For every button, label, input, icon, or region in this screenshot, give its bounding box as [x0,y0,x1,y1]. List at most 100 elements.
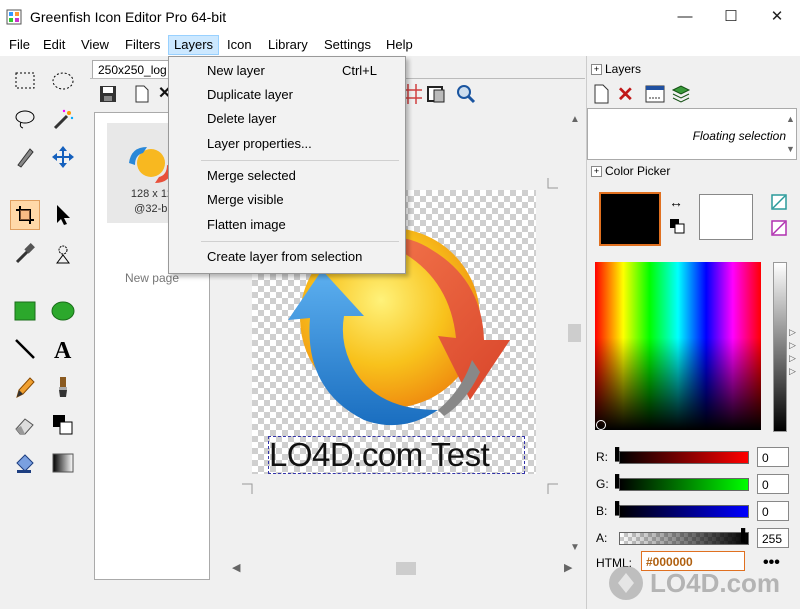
green-value-field[interactable]: 0 [757,474,789,494]
eyedropper-icon[interactable] [10,238,40,268]
blue-slider[interactable] [619,505,749,518]
menu-help[interactable]: Help [381,36,418,54]
eraser-icon[interactable] [10,410,40,440]
spectrum-cursor[interactable] [596,420,606,430]
menu-item-delete-layer[interactable]: Delete layer [170,108,404,130]
menu-library[interactable]: Library [263,36,313,54]
menu-layers[interactable]: Layers [168,35,220,55]
transparent-color-icon[interactable] [771,194,787,213]
svg-text:A: A [54,338,72,361]
rectangle-icon[interactable] [10,296,40,326]
layers-title: Layers [605,62,642,76]
pencil-icon[interactable] [10,372,40,402]
swap-arrows-icon[interactable]: ↔ [669,194,683,210]
layers-scroll-down-icon[interactable]: ▼ [786,144,795,154]
new-page-icon[interactable] [132,84,152,107]
save-icon[interactable] [98,84,118,107]
line-icon[interactable] [10,334,40,364]
zoom-icon[interactable] [456,84,476,107]
green-label: G: [596,477,609,491]
reset-colors-icon[interactable] [669,218,685,237]
swap-colors-icon[interactable] [48,410,78,440]
menu-item-flatten-image[interactable]: Flatten image [170,214,404,236]
color-spectrum[interactable] [595,262,761,430]
merge-layers-icon[interactable] [671,84,691,107]
alpha-slider-handle[interactable]: ▌ [741,528,750,542]
app-icon [6,9,22,25]
blue-value-field[interactable]: 0 [757,501,789,521]
red-value-field[interactable]: 0 [757,447,789,467]
menu-item-label: Delete layer [207,111,277,126]
maximize-button[interactable]: ☐ [708,0,754,34]
green-slider[interactable] [619,478,749,491]
layers-dropdown-menu: New layer Ctrl+L Duplicate layer Delete … [168,56,406,274]
frame-icon[interactable] [426,84,446,107]
horizontal-scroll-thumb[interactable] [396,562,416,575]
pen-select-icon[interactable] [10,142,40,172]
menu-item-new-layer[interactable]: New layer Ctrl+L [170,60,404,82]
red-slider-handle[interactable]: ▌ [615,447,624,461]
canvas-text-selection[interactable]: LO4D.com Test [268,436,525,474]
menu-item-label: Layer properties... [207,136,312,151]
fill-bucket-icon[interactable] [10,448,40,478]
green-slider-handle[interactable]: ▌ [615,474,624,488]
canvas-vertical-scrollbar[interactable]: ▲ ▼ [566,112,583,560]
rect-select-icon[interactable] [10,66,40,96]
title-bar: Greenfish Icon Editor Pro 64-bit — ☐ ✕ [0,0,800,34]
red-slider[interactable] [619,451,749,464]
ellipse-select-icon[interactable] [48,66,78,96]
expand-icon[interactable]: + [591,64,602,75]
menu-separator [201,241,399,242]
text-icon[interactable]: A [48,334,78,364]
menu-item-merge-selected[interactable]: Merge selected [170,165,404,187]
blue-slider-handle[interactable]: ▌ [615,501,624,515]
menu-item-duplicate-layer[interactable]: Duplicate layer [170,84,404,106]
pointer-icon[interactable] [48,200,78,230]
new-layer-icon[interactable] [593,84,611,107]
menu-bar: File Edit View Filters Layers Icon Libra… [0,34,800,56]
menu-file[interactable]: File [4,36,35,54]
color-replace-icon[interactable] [48,238,78,268]
alpha-value-field[interactable]: 255 [757,528,789,548]
scroll-left-icon[interactable]: ◀ [232,561,240,574]
right-panel: + Layers ✕ Floating selection ▲ ▼ + Color … [586,56,800,609]
magic-wand-icon[interactable] [48,104,78,134]
menu-item-merge-visible[interactable]: Merge visible [170,189,404,211]
luminance-bar[interactable] [773,262,787,432]
layers-scroll-up-icon[interactable]: ▲ [786,114,795,124]
menu-settings[interactable]: Settings [319,36,376,54]
layers-section-header[interactable]: + Layers [591,62,641,76]
layer-properties-icon[interactable] [645,84,665,107]
expand-icon[interactable]: + [591,166,602,177]
menu-icon[interactable]: Icon [222,36,257,54]
crop-icon[interactable] [10,200,40,230]
ellipse-icon[interactable] [48,296,78,326]
lasso-icon[interactable] [10,104,40,134]
menu-item-label: Merge selected [207,168,296,183]
menu-edit[interactable]: Edit [38,36,70,54]
scroll-right-icon[interactable]: ▶ [564,561,572,574]
vertical-scroll-thumb[interactable] [568,324,581,342]
brush-icon[interactable] [48,372,78,402]
color-picker-section-header[interactable]: + Color Picker [591,164,670,178]
gradient-icon[interactable] [48,448,78,478]
menu-item-layer-properties[interactable]: Layer properties... [170,133,404,155]
menu-view[interactable]: View [76,36,114,54]
close-button[interactable]: ✕ [754,0,800,34]
luminance-pointer-icon[interactable]: ▷ ▷ ▷ ▷ [789,326,796,378]
blue-label: B: [596,504,608,518]
minimize-button[interactable]: — [662,0,708,34]
inverted-color-icon[interactable] [771,220,787,239]
menu-item-create-layer-from-selection[interactable]: Create layer from selection [170,246,404,268]
red-label: R: [596,450,608,464]
move-icon[interactable] [48,142,78,172]
primary-color-swatch[interactable] [599,192,661,246]
scroll-down-icon[interactable]: ▼ [570,542,580,553]
layer-item[interactable]: Floating selection [693,129,786,143]
canvas-horizontal-scrollbar[interactable]: ◀ ▶ [212,560,582,577]
menu-filters[interactable]: Filters [120,36,165,54]
scroll-up-icon[interactable]: ▲ [570,114,580,125]
delete-layer-icon[interactable]: ✕ [617,82,634,107]
alpha-slider[interactable] [619,532,749,545]
secondary-color-swatch[interactable] [699,194,753,240]
